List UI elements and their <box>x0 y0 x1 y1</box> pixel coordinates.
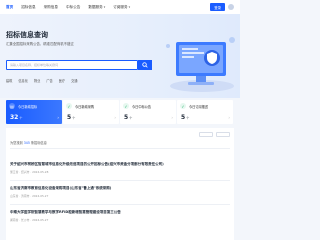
stat-value: 5个 <box>181 114 190 121</box>
tag-link[interactable]: 信息化 <box>18 78 28 83</box>
stat-value: 5个 <box>67 114 76 121</box>
login-button[interactable]: 登录 <box>210 3 225 11</box>
nav-item-procurement[interactable]: 采购信息 <box>44 5 58 10</box>
sort-select[interactable] <box>199 132 213 137</box>
document-icon: ▤ <box>9 103 15 109</box>
nav-item-label: 数据服务 <box>88 4 103 9</box>
nav-item-subscription[interactable]: 订阅服务 ▾ <box>113 5 130 10</box>
search-icon <box>142 62 148 68</box>
tag-link[interactable]: 广告 <box>46 78 52 83</box>
stat-card-new-procurement[interactable]: ✓ 今日新增采购 5个 › <box>63 100 119 124</box>
nav-item-award[interactable]: 中标公告 <box>66 5 80 10</box>
results-toolbar <box>199 132 230 137</box>
nav-item-tender[interactable]: 招标信息 <box>21 5 35 10</box>
hero-subtitle: 汇集全国招标采购公告，精准匹配商机不错过 <box>6 42 74 46</box>
result-meta: 湖南省 · 长沙市 · 2024-05-27 <box>10 218 49 222</box>
check-icon: ✓ <box>180 103 186 109</box>
stat-label: 今日订阅推送 <box>189 105 209 109</box>
tag-link[interactable]: 交通 <box>71 78 77 83</box>
divider <box>10 148 230 149</box>
tag-link[interactable]: 物业 <box>34 78 40 83</box>
filter-select[interactable] <box>216 132 230 137</box>
nav-item-label: 中标公告 <box>65 4 81 9</box>
stats-row: ▤ 今日新增招标 32个 › ✓ 今日新增采购 5个 › ✓ 今日中标公告 5个… <box>6 100 234 124</box>
nav-item-label: 订阅服务 <box>113 4 128 9</box>
arrow-right-icon: › <box>228 115 230 120</box>
check-icon: ✓ <box>123 103 129 109</box>
hot-tags: 建筑 信息化 物业 广告 医疗 交通 <box>6 78 83 83</box>
arrow-right-icon: › <box>57 115 59 120</box>
nav-right: 登录 <box>210 0 234 14</box>
page-title: 招标信息查询 <box>6 31 48 39</box>
arrow-right-icon: › <box>114 115 116 120</box>
stat-card-new-tenders[interactable]: ▤ 今日新增招标 32个 › <box>6 100 62 124</box>
result-title[interactable]: 关于绍兴市柯桥区智慧城市信息化升级改造项目的公开招标公告(绍兴市资金分项部分有限… <box>10 162 210 167</box>
nav-item-home[interactable]: 首页 <box>6 5 13 10</box>
search-button[interactable] <box>138 60 152 70</box>
result-title[interactable]: 山东省济南市教育信息化设备采购项目(山东省"鲁上通"系统采购) <box>10 186 210 191</box>
stat-card-subscription-push[interactable]: ✓ 今日订阅推送 5个 › <box>177 100 233 124</box>
tag-link[interactable]: 建筑 <box>6 78 12 83</box>
divider <box>10 180 230 181</box>
results-panel: 为您找到 345 条招标信息 关于绍兴市柯桥区智慧城市信息化升级改造项目的公开招… <box>6 128 234 240</box>
tag-link[interactable]: 医疗 <box>59 78 65 83</box>
chevron-down-icon: ▾ <box>128 5 131 9</box>
nav-item-label: 招标信息 <box>21 4 36 9</box>
stat-card-award-notices[interactable]: ✓ 今日中标公告 5个 › <box>120 100 176 124</box>
divider <box>10 204 230 205</box>
nav-item-data-service[interactable]: 数据服务 ▾ <box>88 5 105 10</box>
top-nav: 首页 招标信息 采购信息 中标公告 数据服务 ▾ 订阅服务 ▾ 登录 <box>0 0 240 14</box>
list-item[interactable]: 中南大学医学院智慧教学与数字RFID柜新增智慧管理建设项目第三公告 湖南省 · … <box>10 210 230 222</box>
user-avatar-icon[interactable] <box>228 4 234 10</box>
list-item[interactable]: 山东省济南市教育信息化设备采购项目(山东省"鲁上通"系统采购) 山东省 · 济南… <box>10 186 230 198</box>
result-meta: 浙江省 · 绍兴市 · 2024-05-28 <box>10 170 49 174</box>
stat-value: 5个 <box>124 114 133 121</box>
search-input[interactable]: 请输入项目名称、招标单位等关键词 <box>6 60 138 70</box>
check-icon: ✓ <box>66 103 72 109</box>
hero-illustration <box>166 37 235 92</box>
result-title[interactable]: 中南大学医学院智慧教学与数字RFID柜新增智慧管理建设项目第三公告 <box>10 210 210 215</box>
nav-item-label: 首页 <box>6 4 14 9</box>
stat-label: 今日新增采购 <box>75 105 95 109</box>
nav-item-label: 采购信息 <box>43 4 58 9</box>
arrow-right-icon: › <box>171 115 173 120</box>
stat-label: 今日新增招标 <box>18 105 38 109</box>
list-item[interactable]: 关于绍兴市柯桥区智慧城市信息化升级改造项目的公开招标公告(绍兴市资金分项部分有限… <box>10 162 230 174</box>
result-meta: 山东省 · 济南市 · 2024-05-27 <box>10 194 49 198</box>
results-count: 为您找到 345 条招标信息 <box>10 141 47 145</box>
stat-label: 今日中标公告 <box>132 105 152 109</box>
hero-banner: 招标信息查询 汇集全国招标采购公告，精准匹配商机不错过 请输入项目名称、招标单位… <box>0 14 240 98</box>
chevron-down-icon: ▾ <box>103 5 106 9</box>
stat-value: 32个 <box>10 114 23 121</box>
